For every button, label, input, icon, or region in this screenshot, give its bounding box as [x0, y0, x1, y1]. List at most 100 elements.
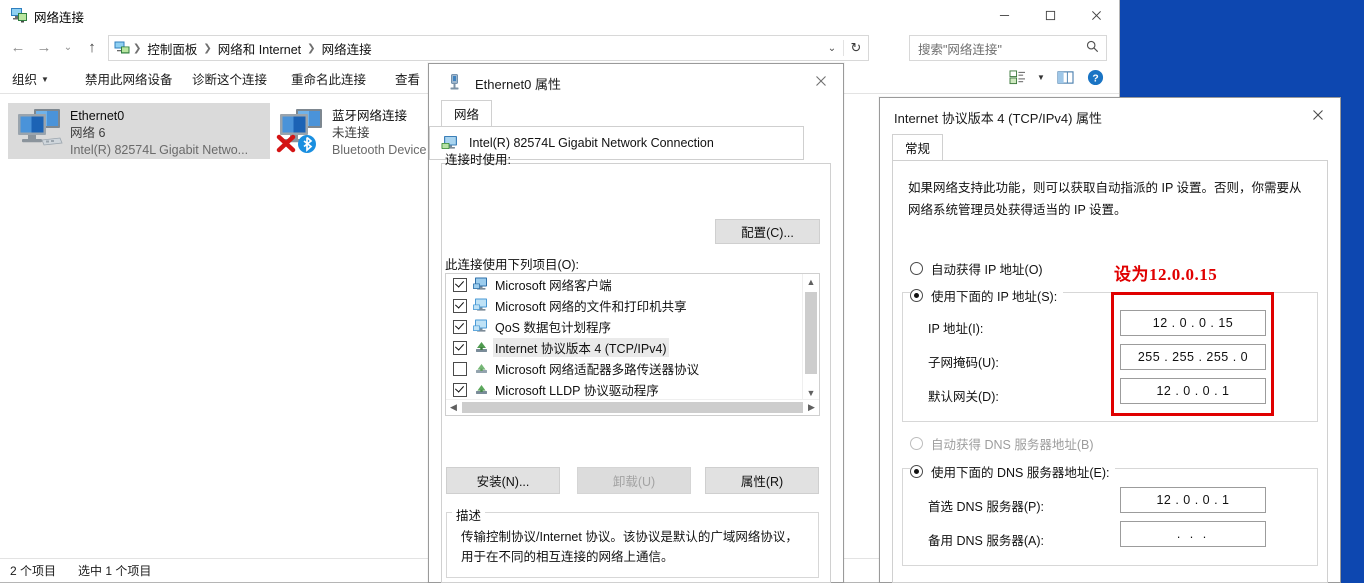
use-following-ip-label: 使用下面的 IP 地址(S):	[931, 290, 1058, 304]
default-gateway-label: 默认网关(D):	[928, 390, 999, 404]
alternate-dns-label: 备用 DNS 服务器(A):	[928, 534, 1044, 548]
breadcrumb-separator: ❯	[133, 42, 142, 54]
alternate-dns-input[interactable]: . . .	[1120, 521, 1266, 547]
network-adapter-icon	[276, 107, 332, 157]
list-item-label: Internet 协议版本 4 (TCP/IPv4)	[493, 338, 669, 357]
breadcrumb-root-icon	[114, 41, 130, 54]
use-following-ip-radio[interactable]: 使用下面的 IP 地址(S):	[910, 286, 1064, 305]
checkbox[interactable]	[453, 319, 467, 334]
tab-general[interactable]: 常规	[892, 134, 944, 160]
vertical-scrollbar[interactable]: ▲ ▼	[802, 274, 819, 401]
scroll-up-icon[interactable]: ▲	[803, 274, 819, 290]
obtain-dns-automatically-radio[interactable]: 自动获得 DNS 服务器地址(B)	[910, 434, 1094, 453]
breadcrumb-item-2[interactable]: 网络连接	[317, 39, 377, 58]
properties-button[interactable]: 属性(R)	[705, 467, 819, 494]
dialog-title: Internet 协议版本 4 (TCP/IPv4) 属性	[894, 111, 1103, 126]
disable-device-button[interactable]: 禁用此网络设备	[85, 69, 173, 88]
list-item[interactable]: Microsoft 网络的文件和打印机共享	[446, 295, 803, 316]
checkbox[interactable]	[453, 298, 467, 313]
horizontal-scrollbar[interactable]: ◀ ▶	[446, 399, 819, 415]
search-box[interactable]: 搜索"网络连接"	[909, 35, 1107, 61]
scrollbar-thumb[interactable]	[462, 402, 803, 413]
breadcrumb-item-1[interactable]: 网络和 Internet	[213, 39, 306, 58]
install-button[interactable]: 安装(N)...	[446, 467, 560, 494]
list-item[interactable]: Internet 协议版本 4 (TCP/IPv4)	[446, 337, 803, 358]
breadcrumb-separator: ❯	[203, 42, 212, 54]
toolbar-icons: ▼ ?	[1003, 66, 1109, 89]
list-item[interactable]: QoS 数据包计划程序	[446, 316, 803, 337]
scroll-right-icon[interactable]: ▶	[804, 402, 819, 413]
list-item[interactable]: Microsoft 网络适配器多路传送器协议	[446, 358, 803, 379]
obtain-ip-automatically-radio[interactable]: 自动获得 IP 地址(O)	[910, 259, 1043, 278]
breadcrumb-item-0[interactable]: 控制面板	[142, 39, 202, 58]
checkbox[interactable]	[453, 277, 467, 292]
protocol-list-rows: Microsoft 网络客户端 Microsoft 网络的文件和打印机共享 Qo…	[446, 274, 803, 400]
computer-icon	[473, 298, 487, 311]
obtain-ip-automatically-label: 自动获得 IP 地址(O)	[931, 263, 1043, 277]
diagnose-connection-button[interactable]: 诊断这个连接	[192, 69, 267, 88]
annotation-text: 设为12.0.0.15	[1114, 265, 1218, 284]
connect-using-label: 连接时使用:	[445, 153, 511, 167]
protocol-icon	[476, 342, 487, 352]
rename-connection-button[interactable]: 重命名此连接	[291, 69, 366, 88]
checkbox[interactable]	[453, 361, 467, 376]
close-icon[interactable]	[799, 64, 843, 98]
connection-name: Ethernet0	[70, 109, 125, 123]
list-item[interactable]: Microsoft 网络客户端	[446, 274, 803, 295]
chevron-down-icon[interactable]: ⌄	[821, 43, 843, 54]
svg-text:?: ?	[1092, 73, 1098, 84]
preferred-dns-input[interactable]: 12 . 0 . 0 . 1	[1120, 487, 1266, 513]
computer-icon	[473, 319, 487, 332]
help-icon[interactable]: ?	[1081, 66, 1109, 89]
network-adapter-icon	[14, 107, 70, 157]
forward-button[interactable]: →	[32, 33, 56, 62]
preview-pane-icon[interactable]	[1051, 66, 1079, 89]
scrollbar-thumb[interactable]	[805, 292, 817, 374]
refresh-icon[interactable]: ↻	[843, 40, 868, 56]
checkbox[interactable]	[453, 382, 467, 397]
search-icon	[1086, 40, 1099, 56]
view-caret-down-icon[interactable]: ▼	[1033, 66, 1049, 89]
checkbox[interactable]	[453, 340, 467, 355]
back-button[interactable]: ←	[6, 33, 30, 62]
use-following-dns-radio[interactable]: 使用下面的 DNS 服务器地址(E):	[910, 462, 1116, 481]
use-following-dns-label: 使用下面的 DNS 服务器地址(E):	[931, 466, 1110, 480]
maximize-button[interactable]	[1027, 0, 1073, 31]
adapter-name: Intel(R) 82574L Gigabit Network Connecti…	[469, 136, 714, 150]
tcpip4-properties-dialog: Internet 协议版本 4 (TCP/IPv4) 属性 常规 如果网络支持此…	[879, 97, 1341, 583]
scroll-left-icon[interactable]: ◀	[446, 402, 461, 413]
connection-device: Intel(R) 82574L Gigabit Netwo...	[70, 143, 249, 157]
address-bar-actions: ⌄ ↻	[821, 40, 868, 56]
minimize-button[interactable]	[981, 0, 1027, 31]
search-input[interactable]: 搜索"网络连接"	[910, 39, 1002, 58]
list-item-label: Microsoft 网络适配器多路传送器协议	[495, 363, 700, 377]
address-bar[interactable]: ❯ 控制面板 ❯ 网络和 Internet ❯ 网络连接 ⌄ ↻	[108, 35, 869, 61]
list-item-label: Microsoft 网络的文件和打印机共享	[495, 300, 687, 314]
explorer-titlebar: 网络连接	[0, 0, 1119, 31]
list-item[interactable]: Microsoft LLDP 协议驱动程序	[446, 379, 803, 400]
recent-locations-button[interactable]: ⌄	[58, 33, 78, 62]
list-item-label: Microsoft 网络客户端	[495, 279, 612, 293]
view-connection-button[interactable]: 查看	[395, 69, 420, 88]
network-connections-icon	[11, 8, 27, 23]
intro-text: 如果网络支持此功能，则可以获取自动指派的 IP 设置。否则，你需要从网络系统管理…	[908, 181, 1302, 217]
up-button[interactable]: ↑	[80, 33, 104, 62]
close-icon[interactable]	[1296, 98, 1340, 132]
list-item[interactable]: Ethernet0 网络 6 Intel(R) 82574L Gigabit N…	[8, 103, 270, 159]
uninstall-button: 卸载(U)	[577, 467, 691, 494]
organize-button[interactable]: 组织 ▼	[12, 69, 49, 88]
connection-network: 网络 6	[70, 126, 106, 140]
window-controls	[981, 0, 1119, 31]
protocol-icon	[476, 364, 487, 373]
change-view-icon[interactable]	[1003, 66, 1031, 89]
radio-circle	[910, 262, 923, 275]
configure-button[interactable]: 配置(C)...	[715, 219, 820, 244]
annotation-highlight-box	[1111, 292, 1274, 416]
close-button[interactable]	[1073, 0, 1119, 31]
caret-down-icon: ▼	[41, 75, 49, 84]
dialog-titlebar: Internet 协议版本 4 (TCP/IPv4) 属性	[880, 98, 1340, 134]
protocol-list[interactable]: Microsoft 网络客户端 Microsoft 网络的文件和打印机共享 Qo…	[445, 273, 820, 416]
tab-network[interactable]: 网络	[441, 100, 493, 126]
dialog-tabstrip: 网络	[441, 100, 831, 126]
ip-address-label: IP 地址(I):	[928, 322, 984, 336]
